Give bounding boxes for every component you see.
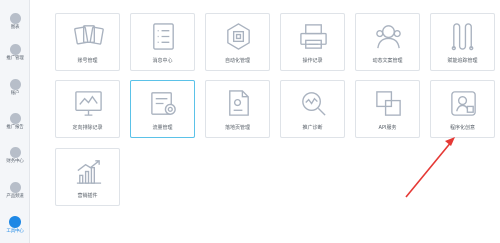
people-icon <box>376 25 401 49</box>
sidebar-item-label: 推广管理 <box>6 56 24 61</box>
sidebar-item-report[interactable]: 推广报告 <box>0 113 30 131</box>
sidebar-item-label: 推广报告 <box>6 125 24 130</box>
sidebar-item-promotion[interactable]: 推广管理 <box>0 44 30 62</box>
tool-card-label: 动态文案管理 <box>372 58 403 64</box>
tool-card-label: 账号管理 <box>77 58 98 64</box>
sidebar-item-chart[interactable]: 图表 <box>0 13 30 31</box>
chart-icon <box>9 13 21 24</box>
api-icon <box>376 91 401 116</box>
sidebar-item-tools[interactable]: 工具中心 <box>0 216 30 235</box>
tool-card-label: 流量管理 <box>152 125 173 131</box>
sidebar-item-product[interactable]: 产品频道 <box>0 182 30 200</box>
document-gear-icon <box>151 92 176 115</box>
growth-chart-icon <box>76 160 102 184</box>
sidebar-item-account[interactable]: 账户 <box>0 79 30 97</box>
printer-icon <box>300 24 327 49</box>
tool-card-tracking[interactable]: 赋能追踪管理 <box>430 13 495 71</box>
tool-card-diagnosis[interactable]: 推广诊断 <box>280 80 345 138</box>
tool-card-message-center[interactable]: 消息中心 <box>130 13 195 71</box>
tool-card-exclusion-log[interactable]: 定向排除记录 <box>55 80 120 138</box>
sidebar-item-label: 图表 <box>10 25 20 30</box>
tools-icon <box>9 216 21 228</box>
hexagon-icon <box>227 23 250 50</box>
message-list-icon <box>153 23 174 50</box>
tool-card-label: 推广诊断 <box>302 125 323 131</box>
tool-card-dynamic-copy[interactable]: 动态文案管理 <box>355 13 420 71</box>
tool-card-traffic-management[interactable]: 流量管理 <box>130 80 195 138</box>
sidebar-item-label: 产品频道 <box>6 194 24 199</box>
tool-card-programmatic-creative[interactable]: 程序化创意 <box>430 80 495 138</box>
tool-card-marketing-plugin[interactable]: 营销插件 <box>55 148 120 206</box>
tool-card-label: 落地页管理 <box>224 125 250 131</box>
sidebar-item-label: 财务中心 <box>6 159 24 164</box>
left-sidebar: 图表 推广管理 账户 推广报告 财务中心 产品频道 工具中心 <box>0 0 30 243</box>
sidebar-item-label: 账户 <box>10 91 20 96</box>
tool-card-account-management[interactable]: 账号管理 <box>55 13 120 71</box>
tool-card-label: API服务 <box>378 125 397 131</box>
report-icon <box>9 113 21 124</box>
tool-card-operation-log[interactable]: 操作记录 <box>280 13 345 71</box>
tool-card-api-service[interactable]: API服务 <box>355 80 420 138</box>
tool-card-label: 消息中心 <box>152 58 173 64</box>
tool-card-automation[interactable]: 自动化管理 <box>205 13 270 71</box>
landing-page-icon <box>229 90 249 116</box>
monitor-chart-icon <box>75 91 102 116</box>
cards-icon <box>74 25 104 45</box>
tool-card-label: 定向排除记录 <box>72 125 103 131</box>
diagnosis-icon <box>302 92 326 116</box>
account-icon <box>9 79 21 90</box>
promotion-icon <box>9 44 21 55</box>
tool-card-label: 操作记录 <box>302 58 323 64</box>
sidebar-item-label: 工具中心 <box>6 229 24 234</box>
sidebar-item-finance[interactable]: 财务中心 <box>0 147 30 165</box>
tool-card-label: 赋能追踪管理 <box>447 58 478 64</box>
tool-card-label: 程序化创意 <box>449 125 475 131</box>
tool-card-landing-page[interactable]: 落地页管理 <box>205 80 270 138</box>
finance-icon <box>9 147 21 158</box>
tracking-icon <box>451 23 474 51</box>
tool-card-label: 自动化管理 <box>224 58 250 64</box>
tool-card-label: 营销插件 <box>77 193 98 199</box>
creative-icon <box>451 91 476 116</box>
product-icon <box>9 182 21 193</box>
